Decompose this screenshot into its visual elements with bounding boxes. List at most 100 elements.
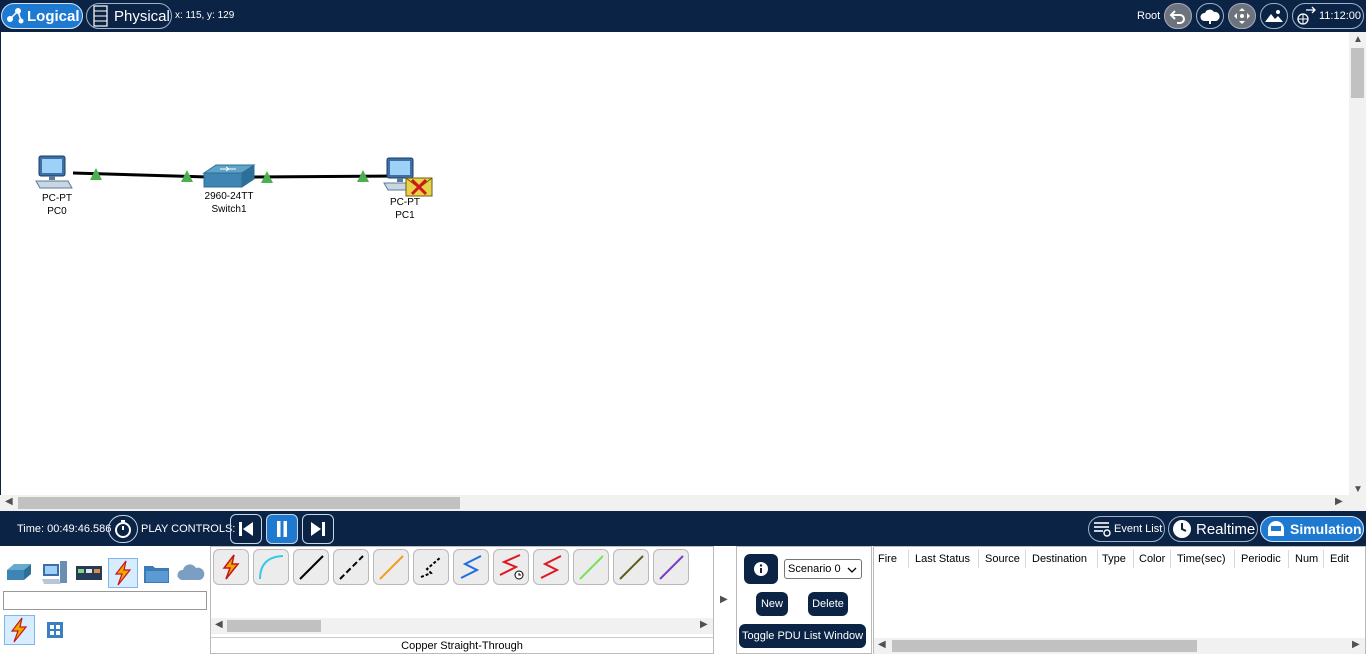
scroll-down-arrow-icon[interactable]: ▼ [1353,484,1363,495]
topology-links [72,168,394,183]
cable-phone[interactable] [413,549,449,585]
logical-tab-label: Logical [27,7,80,25]
connections-category[interactable] [108,558,138,588]
scroll-left-arrow-icon[interactable]: ◀ [878,639,886,650]
column-divider [1288,550,1289,568]
reset-simulation-button[interactable] [108,515,138,543]
event-list-label: Event List [1114,523,1163,535]
network-devices-category-icon[interactable] [4,558,34,588]
play-controls-label: PLAY CONTROLS: [141,523,236,535]
cable-serial-dce[interactable] [493,549,529,585]
skip-forward-icon [311,522,325,536]
cable-copper-cross[interactable] [333,549,369,585]
components-category-icon[interactable] [74,558,104,588]
simulation-mode-tab[interactable]: Simulation [1260,516,1364,542]
pdu-col-source[interactable]: Source [985,553,1020,565]
switch1-name: Switch1 [211,204,247,215]
scroll-left-arrow-icon[interactable]: ◀ [5,496,13,507]
event-list-toggle[interactable]: Event List [1088,516,1165,542]
pdu-col-num[interactable]: Num [1295,553,1318,565]
cable-fiber[interactable] [373,549,409,585]
pdu-scroll-thumb[interactable] [892,640,1197,652]
pc0-icon[interactable] [34,154,74,190]
cable-copper-straight[interactable] [293,549,329,585]
back-step-button[interactable] [230,514,262,544]
scenario-select[interactable]: Scenario 0 [784,559,862,579]
switch1-label: 2960-24TT Switch1 [197,190,261,216]
scroll-right-arrow-icon[interactable]: ▶ [1352,639,1360,650]
pc0-model: PC-PT [42,193,72,204]
automatic-icon [222,554,240,580]
scroll-left-arrow-icon[interactable]: ◀ [215,619,223,630]
copper-cross-icon [339,555,364,580]
cable-scroll-thumb[interactable] [227,620,321,632]
physical-tab-label: Physical [114,7,170,25]
delete-scenario-label: Delete [812,598,844,610]
end-devices-category-icon[interactable] [40,558,70,588]
miscellaneous-category-icon[interactable] [142,558,172,588]
pdu-envelope-failed-icon[interactable] [405,177,433,197]
vertical-scroll-thumb[interactable] [1351,48,1364,98]
device-search-input[interactable] [3,591,207,610]
cluster-button[interactable] [1196,3,1224,29]
scenario-select-value: Scenario 0 [788,563,841,575]
pdu-col-destination[interactable]: Destination [1032,553,1087,565]
toggle-pdu-list-button[interactable]: Toggle PDU List Window [739,624,866,648]
connections-subcategory[interactable] [4,615,35,645]
move-object-button[interactable] [1228,3,1256,29]
root-label: Root [1137,10,1161,22]
cable-automatic[interactable] [213,549,249,585]
pdu-col-periodic[interactable]: Periodic [1241,553,1281,565]
cursor-coordinates: x: 115, y: 129 [175,10,235,21]
multiuser-connection-category-icon[interactable] [176,558,206,588]
logical-workspace[interactable]: PC-PT PC0 2960-24TT Switch1 PC-PT PC1 [0,32,1349,495]
panel-collapse-handle[interactable]: ▶ [716,546,734,654]
new-scenario-label: New [760,598,783,610]
pdu-col-edit[interactable]: Edit [1330,553,1349,565]
pc1-name: PC1 [395,210,415,221]
event-list-icon [1094,522,1111,537]
canvas-vertical-scrollbar[interactable]: ▲ ▼ [1349,32,1366,511]
scroll-right-arrow-icon[interactable]: ▶ [1335,496,1343,507]
realtime-mode-tab[interactable]: Realtime [1168,516,1258,542]
canvas-horizontal-scrollbar[interactable]: ◀ ▶ [0,495,1349,511]
cable-console[interactable] [253,549,289,585]
horizontal-scroll-thumb[interactable] [18,497,460,509]
pdu-col-color[interactable]: Color [1139,553,1165,565]
scroll-right-arrow-icon[interactable]: ▶ [700,619,708,630]
top-toolbar: Logical Physical x: 115, y: 129 Root 11:… [0,0,1366,32]
viewport-clock[interactable]: 11:12:00 [1292,3,1364,29]
cable-serial-dte[interactable] [533,549,569,585]
expand-arrow-icon[interactable]: ▶ [720,594,728,605]
cable-octal[interactable] [573,549,609,585]
copper-straight-icon [299,555,324,580]
capture-forward-button[interactable] [302,514,334,544]
physical-tab[interactable]: Physical [86,3,172,29]
back-button[interactable] [1164,3,1192,29]
octal-icon [579,555,604,580]
logical-tab[interactable]: Logical [1,3,83,29]
move-arrows-icon [1234,8,1250,24]
cloud-plus-icon [1200,9,1220,24]
pdu-col-type[interactable]: Type [1102,553,1126,565]
selected-cable-name: Copper Straight-Through [211,637,713,654]
column-divider [1097,550,1098,568]
delete-scenario-button[interactable]: Delete [808,592,848,616]
cable-iot-custom[interactable] [613,549,649,585]
cable-list-scrollbar[interactable]: ◀ ▶ [211,618,713,634]
pdu-table-scrollbar[interactable]: ◀ ▶ [874,638,1365,654]
pdu-col-fire[interactable]: Fire [878,553,897,565]
switch1-icon[interactable] [202,163,256,191]
cable-coaxial[interactable] [453,549,489,585]
simulation-bar: Time: 00:49:46.586 PLAY CONTROLS: Event … [0,511,1366,546]
link-switch1-pc1 [248,174,394,179]
pdu-col-time[interactable]: Time(sec) [1177,553,1225,565]
grid-view-icon[interactable] [47,622,63,638]
cable-usb[interactable] [653,549,689,585]
new-scenario-button[interactable]: New [756,592,788,616]
pdu-col-last-status[interactable]: Last Status [915,553,970,565]
background-image-button[interactable] [1260,3,1288,29]
scroll-up-arrow-icon[interactable]: ▲ [1353,34,1363,45]
pause-button[interactable] [266,514,298,544]
scenario-info-button[interactable] [744,554,778,584]
